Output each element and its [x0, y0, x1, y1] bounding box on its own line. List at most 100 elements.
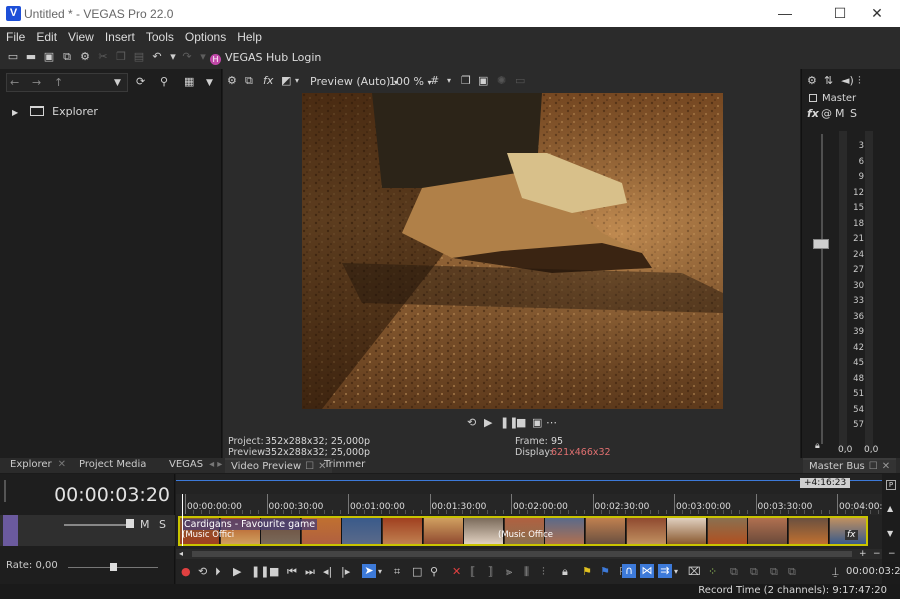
go-to-start-icon[interactable]: ⏮ [287, 565, 297, 579]
preview-zoom-select[interactable]: 100 % ▾ [389, 75, 431, 88]
stop-icon[interactable]: ■ [269, 565, 279, 579]
tab-scroll-arrows-icon[interactable]: ◂ ▸ [209, 459, 222, 470]
tab-close-icon[interactable]: ✕ [58, 459, 66, 470]
menu-insert[interactable]: Insert [99, 27, 140, 45]
preview-fx-icon[interactable]: fx [263, 74, 273, 88]
up-arrow-icon[interactable]: ↑ [54, 76, 63, 90]
horizontal-scrollbar[interactable]: ◂ + − [176, 549, 882, 559]
undo-icon[interactable]: ↶ [150, 50, 164, 64]
tab-project-media[interactable]: Project Media [73, 458, 152, 473]
menu-file[interactable]: File [0, 27, 30, 45]
tree-item-explorer[interactable]: ▶ Explorer [12, 105, 98, 118]
expand-chevron-icon[interactable]: ▶ [12, 108, 18, 117]
master-settings-gear-icon[interactable]: ⚙ [807, 74, 817, 88]
envelope-tool-icon[interactable]: ⌗ [394, 565, 400, 579]
rate-slider-handle[interactable] [110, 563, 117, 571]
master-lock-icon[interactable]: 🔒︎ [815, 441, 820, 451]
insert-marker-icon[interactable]: ⚑ [582, 565, 592, 579]
lock-icon[interactable]: 🔒︎ [562, 565, 568, 579]
view-grid-icon[interactable]: ▦ [184, 75, 194, 89]
video-track-header[interactable]: M S [0, 515, 175, 546]
cut-icon[interactable]: ✂ [96, 50, 110, 64]
zoom-tool-icon[interactable]: ⚲ [430, 565, 438, 579]
paste-icon[interactable]: ▤ [132, 50, 146, 64]
master-solo-button[interactable]: S [850, 107, 857, 120]
preview-play-icon[interactable]: ▶ [484, 416, 492, 430]
vertical-scrollbar[interactable]: P ▲ ▼ − [882, 474, 900, 562]
record-icon[interactable]: ● [181, 565, 191, 579]
preview-more-icon[interactable]: ⋯ [546, 416, 557, 430]
scrollbar-thumb[interactable] [192, 551, 852, 557]
loop-region-bar[interactable] [176, 480, 882, 481]
master-fx-button[interactable]: fx [807, 107, 819, 120]
auto-crossfade-icon[interactable]: ⋈ [640, 564, 654, 578]
track-level-handle[interactable] [126, 519, 134, 528]
forward-arrow-icon[interactable]: → [32, 76, 41, 90]
tab-vegas[interactable]: VEGAS ◂ ▸ [163, 458, 228, 473]
clip-fx-button[interactable]: fx [845, 530, 858, 540]
copy-snapshot-icon[interactable]: ❐ [461, 74, 471, 88]
delete-icon[interactable]: ✕ [452, 565, 461, 579]
menu-options[interactable]: Options [179, 27, 231, 45]
trim-icon[interactable]: ⟧ [488, 565, 493, 579]
menu-tools[interactable]: Tools [140, 27, 179, 45]
undo-dropdown-icon[interactable]: ▾ [166, 50, 180, 64]
select-group-icon[interactable]: ⧉ [788, 565, 796, 579]
lock-envelopes-icon[interactable]: ⌧ [688, 565, 701, 579]
split-screen-icon[interactable]: ◩ [281, 74, 291, 88]
hub-login-button[interactable]: H VEGAS Hub Login [210, 51, 321, 65]
split-dropdown-icon[interactable]: ▾ [295, 74, 299, 88]
edit-tool-dropdown-icon[interactable]: ▾ [378, 565, 382, 579]
go-to-end-icon[interactable]: ⏭ [305, 565, 315, 579]
ungroup-icon[interactable]: ⧉ [750, 565, 758, 579]
split-icon[interactable]: ⫼ [524, 565, 529, 579]
new-file-icon[interactable]: ▭ [6, 50, 20, 64]
previous-frame-icon[interactable]: ◂| [323, 565, 332, 579]
preview-record-icon[interactable]: ▣ [532, 416, 542, 430]
master-mixer-icon[interactable]: ⫶ [858, 74, 861, 88]
refresh-icon[interactable]: ⟳ [136, 75, 145, 89]
layout-icon[interactable]: ▭ [515, 74, 525, 88]
open-folder-icon[interactable]: ▬ [24, 50, 38, 64]
tab-master-bus[interactable]: Master Bus ☐ ✕ [803, 458, 897, 473]
save-snapshot-icon[interactable]: ▣ [478, 74, 488, 88]
zoom-in-icon[interactable]: + [859, 549, 867, 559]
timeline-ruler[interactable]: 00:00:00:00 00:00:30:00 00:01:00:00 00:01:3… [176, 494, 896, 515]
copy-icon[interactable]: ❐ [114, 50, 128, 64]
auto-ripple-icon[interactable]: ⇉ [658, 564, 672, 578]
menu-edit[interactable]: Edit [30, 27, 62, 45]
scroll-down-icon[interactable]: ▼ [887, 529, 893, 538]
ripple-icon[interactable]: ⫶ [542, 565, 545, 579]
play-from-start-icon[interactable]: ⏵ [215, 565, 221, 579]
scroll-left-icon[interactable]: ◂ [179, 549, 183, 559]
master-link-icon[interactable]: @ [821, 107, 832, 120]
play-icon[interactable]: ▶ [233, 565, 241, 579]
ripple-dropdown-icon[interactable]: ▾ [674, 565, 678, 579]
clear-group-icon[interactable]: ⧉ [770, 565, 778, 579]
master-downmix-icon[interactable]: ⇅ [824, 74, 833, 88]
video-event[interactable]: Cardigans - Favourite game (Music Offici… [178, 516, 868, 546]
gear-icon[interactable]: ⚙ [78, 50, 92, 64]
zoom-out-icon[interactable]: − [873, 549, 881, 559]
path-dropdown-icon[interactable]: ▼ [114, 76, 121, 90]
pause-icon[interactable]: ❚❚ [251, 565, 269, 579]
vertical-zoom-out-icon[interactable]: − [888, 549, 896, 559]
snapping-icon[interactable]: ∩ [622, 564, 636, 578]
loop-icon[interactable]: ⟲ [467, 416, 476, 430]
menu-help[interactable]: Help [231, 27, 267, 45]
hdr-icon[interactable]: ✺ [497, 74, 506, 88]
track-color-strip[interactable] [3, 515, 18, 546]
close-button[interactable]: ✕ [854, 0, 900, 27]
tab-undock-icon[interactable]: ☐ [305, 461, 314, 472]
scroll-up-icon[interactable]: ▲ [887, 504, 893, 513]
master-fader-handle[interactable] [813, 239, 829, 249]
playhead-line[interactable] [182, 494, 183, 546]
loop-playback-icon[interactable]: ⟲ [198, 565, 207, 579]
next-frame-icon[interactable]: |▸ [341, 565, 350, 579]
insert-region-icon[interactable]: ⚑ [600, 565, 610, 579]
master-speaker-icon[interactable]: ◄) [841, 74, 854, 88]
save-icon[interactable]: ▣ [42, 50, 56, 64]
search-icon[interactable]: ⚲ [160, 75, 168, 89]
tab-video-preview[interactable]: Video Preview ☐ ✕ [225, 458, 333, 473]
master-mute-button[interactable]: M [835, 107, 845, 120]
